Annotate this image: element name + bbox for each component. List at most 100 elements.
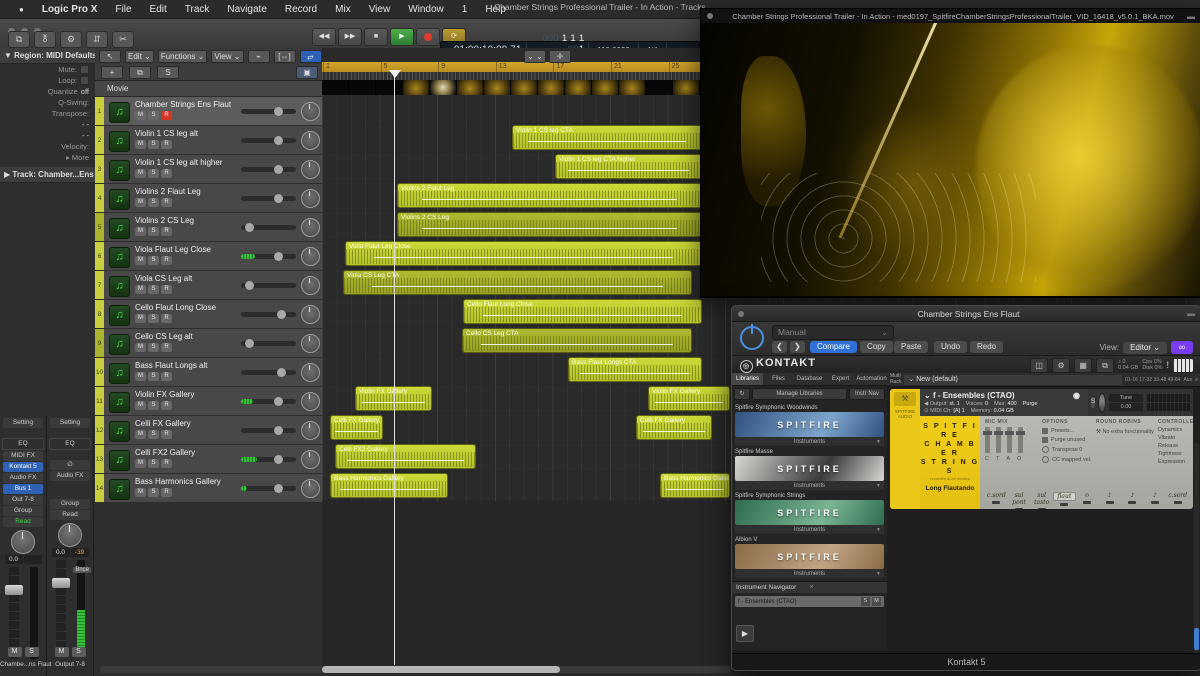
mic-faders[interactable] xyxy=(985,427,1037,453)
rack-page-tabs[interactable]: 01-16 17-32 33-48 49-64 xyxy=(1125,377,1180,383)
track-volume-slider[interactable] xyxy=(241,486,296,491)
midi-region[interactable]: Bass Harmonics Gallery xyxy=(660,473,730,498)
articulation-5[interactable]: ♪ xyxy=(1098,492,1121,509)
track-pan-knob[interactable] xyxy=(301,131,320,150)
library-instruments-dropdown[interactable]: Instruments▼ xyxy=(735,481,884,490)
round-robin-value[interactable]: ⚒ No extra functionality xyxy=(1096,429,1162,435)
mute-button[interactable]: M xyxy=(135,430,146,439)
track-volume-slider[interactable] xyxy=(241,254,296,259)
menu-item-file[interactable]: File xyxy=(106,0,140,19)
track-row[interactable]: 7♫Viola CS Leg altMSR xyxy=(95,271,322,300)
solo-button[interactable]: S xyxy=(148,372,159,381)
mute-button[interactable]: M xyxy=(135,227,146,236)
strip-button-read[interactable]: Read xyxy=(3,517,43,527)
navigator-instrument-item[interactable]: f - Ensembles (CTAO) S M xyxy=(735,596,884,607)
track-volume-slider[interactable] xyxy=(241,138,296,143)
window-icon[interactable]: ⧉ xyxy=(1096,358,1114,373)
stop-button[interactable]: ■ xyxy=(364,28,388,46)
video-close-icon[interactable] xyxy=(707,13,713,19)
automation-icon[interactable]: ⌁ xyxy=(248,50,270,63)
mute-button[interactable]: M xyxy=(135,140,146,149)
articulation-1[interactable]: sul pont xyxy=(1008,492,1031,509)
rack-aux-tab[interactable]: Aux xyxy=(1183,377,1192,383)
strip-button-eq[interactable]: EQ xyxy=(49,438,91,450)
volume-slider-handle[interactable] xyxy=(274,107,283,116)
catch-playhead-icon[interactable]: ⥂ xyxy=(300,50,322,63)
option-row[interactable]: Transpose 0 xyxy=(1042,446,1108,453)
move-tool-icon[interactable]: ✛ xyxy=(549,50,571,63)
mic-letters[interactable]: CTAO xyxy=(985,456,1037,462)
articulation-2[interactable]: sul tasto xyxy=(1030,492,1053,509)
video-window-titlebar[interactable]: Chamber Strings Professional Trailer - I… xyxy=(701,9,1200,23)
mute-button[interactable]: M xyxy=(135,459,146,468)
plugin-preset-select[interactable]: Manual⌄ xyxy=(772,325,894,340)
library-card[interactable]: Spitfire Symphonic WoodwindsSPITFIREInst… xyxy=(735,404,884,446)
manage-libraries-button[interactable]: Manage Libraries xyxy=(752,388,847,400)
track-row[interactable]: 9♫Cello CS Leg altMSR xyxy=(95,329,322,358)
browser-tab-automation[interactable]: Automation xyxy=(856,373,887,385)
browser-tab-database[interactable]: Database xyxy=(794,373,825,385)
browser-tab-expert[interactable]: Expert xyxy=(825,373,856,385)
purge-menu[interactable]: Purge xyxy=(1023,401,1038,407)
controller-row[interactable]: Release xyxy=(1158,443,1193,449)
functions-menu[interactable]: Functions ⌄ xyxy=(158,50,208,63)
preset-next-button[interactable]: ❯ xyxy=(790,341,805,353)
ruler-dropdown-icon[interactable]: ⌄ ⌄ xyxy=(524,50,546,63)
midi-region[interactable]: Viola CS Leg CTA xyxy=(343,270,692,295)
track-display-icon[interactable]: ▣ xyxy=(296,66,318,79)
midi-region[interactable]: Violin FX Gallery xyxy=(648,386,730,411)
record-button[interactable] xyxy=(416,28,440,46)
mute-button[interactable]: M xyxy=(135,488,146,497)
mute-button[interactable]: M xyxy=(135,401,146,410)
keyboard-toggle-icon[interactable] xyxy=(1173,359,1193,372)
track-pan-knob[interactable] xyxy=(301,334,320,353)
midi-region[interactable]: Violins 2 Flaut Leg xyxy=(397,183,702,208)
menu-item-edit[interactable]: Edit xyxy=(141,0,176,19)
track-volume-slider[interactable] xyxy=(241,109,296,114)
camera-icon[interactable]: ◉ xyxy=(1073,391,1084,400)
track-pan-knob[interactable] xyxy=(301,160,320,179)
controller-row[interactable]: Tightness xyxy=(1158,451,1193,457)
inspector-row-value[interactable]: - - xyxy=(82,120,89,129)
plugin-titlebar[interactable]: Chamber Strings Ens Flaut ▬ xyxy=(732,306,1200,322)
record-arm-button[interactable]: R xyxy=(161,198,172,207)
track-row[interactable]: 5♫Violins 2 CS LegMSR xyxy=(95,213,322,242)
inspector-checkbox[interactable] xyxy=(80,65,89,74)
horizontal-scrollbar-thumb[interactable] xyxy=(322,666,560,673)
strip-solo-button[interactable]: S xyxy=(72,647,86,657)
track-volume-slider[interactable] xyxy=(241,370,296,375)
midi-region[interactable]: Violins 2 CS Leg xyxy=(397,212,702,237)
mute-button[interactable]: M xyxy=(135,111,146,120)
volume-slider-handle[interactable] xyxy=(274,252,283,261)
library-instruments-dropdown[interactable]: Instruments▼ xyxy=(735,525,884,534)
inspector-toggle-icon[interactable]: 🜬 xyxy=(34,31,56,48)
refresh-icon[interactable]: ↻ xyxy=(734,388,750,400)
track-row[interactable]: 4♫Violins 2 Flaut LegMSR xyxy=(95,184,322,213)
midi-region[interactable]: Violin 1 CS leg CTA higher xyxy=(555,154,702,179)
mute-button[interactable]: M xyxy=(135,285,146,294)
paste-button[interactable]: Paste xyxy=(894,341,928,353)
strip-button-bus-1[interactable]: Bus 1 xyxy=(3,484,43,494)
articulation-6[interactable]: ♪ xyxy=(1121,492,1144,509)
track-pan-knob[interactable] xyxy=(301,247,320,266)
track-row[interactable]: 6♫Viola Flaut Leg CloseMSR xyxy=(95,242,322,271)
inspector-row-value[interactable]: - - xyxy=(82,131,89,140)
solo-button[interactable]: S xyxy=(148,401,159,410)
volume-slider-handle[interactable] xyxy=(277,310,286,319)
plugin-minimize-icon[interactable]: ▬ xyxy=(1187,309,1195,318)
record-arm-button[interactable]: R xyxy=(161,459,172,468)
track-volume-slider[interactable] xyxy=(241,312,296,317)
volume-slider-handle[interactable] xyxy=(274,484,283,493)
track-row[interactable]: 13♫Celli FX2 GalleryMSR xyxy=(95,445,322,474)
link-button[interactable]: ∞ xyxy=(1171,341,1193,354)
pan-value[interactable]: 0.0 xyxy=(52,548,70,557)
save-icon[interactable]: ◫ xyxy=(1030,358,1048,373)
track-row[interactable]: 12♫Celli FX GalleryMSR xyxy=(95,416,322,445)
volume-slider-handle[interactable] xyxy=(274,194,283,203)
strip-button-out-7-8[interactable]: Out 7-8 xyxy=(3,495,43,505)
copy-button[interactable]: Copy xyxy=(860,341,893,353)
midi-region[interactable]: Celli FX2 Gallery xyxy=(335,444,476,469)
option-row[interactable]: Purge unused xyxy=(1042,437,1108,443)
record-arm-button[interactable]: R xyxy=(161,314,172,323)
library-card[interactable]: Spitfire MasseSPITFIREInstruments▼ xyxy=(735,448,884,490)
